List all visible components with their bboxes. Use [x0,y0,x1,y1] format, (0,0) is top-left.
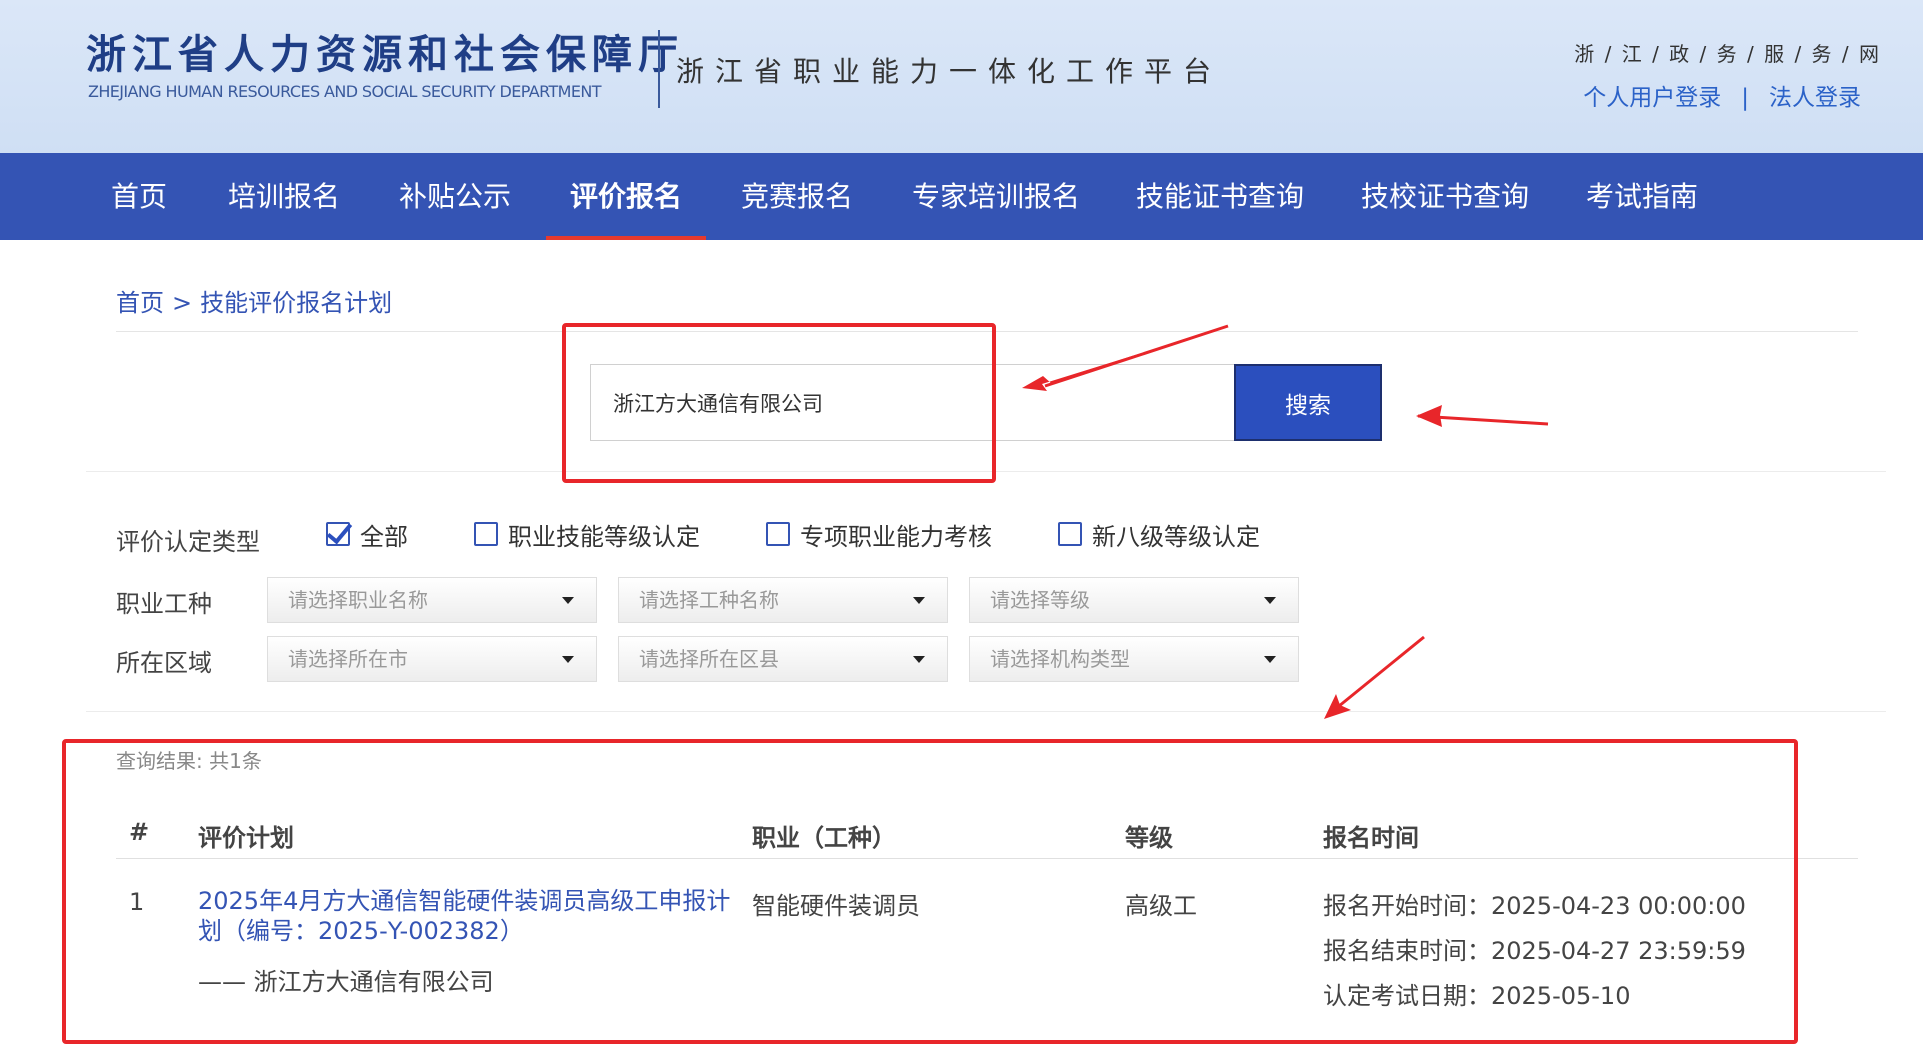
site-header: 浙江省人力资源和社会保障厅 ZHEJIANG HUMAN RESOURCES A… [0,0,1923,153]
region-label: 所在区域 [116,649,212,677]
type-checkbox-new-eight-level[interactable]: 新八级等级认定 [1058,519,1260,551]
select-placeholder: 请选择机构类型 [990,647,1130,671]
header-divider [658,30,660,108]
select-placeholder: 请选择所在区县 [639,647,779,671]
type-checkbox-skill-level[interactable]: 职业技能等级认定 [474,519,700,551]
nav-item-competition[interactable]: 竞赛报名 [741,153,853,240]
search-highlight-box [562,323,996,483]
select-placeholder: 请选择等级 [990,588,1090,612]
city-select[interactable]: 请选择所在市 [267,636,597,682]
level-select[interactable]: 请选择等级 [969,577,1299,623]
department-name[interactable]: 浙江省人力资源和社会保障厅 [86,22,684,80]
type-checkbox-all[interactable]: 全部 [326,519,408,551]
nav-item-exam-guide[interactable]: 考试指南 [1586,153,1698,240]
nav-item-expert-training[interactable]: 专家培训报名 [912,153,1080,240]
occupation-label: 职业工种 [116,590,212,618]
nav-item-subsidy[interactable]: 补贴公示 [399,153,511,240]
results-highlight-box [62,739,1798,1044]
nav-item-home[interactable]: 首页 [111,153,167,240]
filter-divider [86,711,1886,712]
arrow-to-results [1324,635,1425,719]
personal-login-link[interactable]: 个人用户登录 [1583,85,1721,111]
caret-down-icon [913,597,925,604]
breadcrumb-home[interactable]: 首页 [116,289,164,317]
job-type-select[interactable]: 请选择工种名称 [618,577,948,623]
caret-down-icon [562,656,574,663]
breadcrumb-separator: > [172,289,193,317]
type-checkbox-label: 新八级等级认定 [1092,522,1260,551]
breadcrumb-current[interactable]: 技能评价报名计划 [200,289,392,317]
caret-down-icon [1264,656,1276,663]
caret-down-icon [562,597,574,604]
evaluation-type-label: 评价认定类型 [116,528,260,556]
nav-item-skill-certificate[interactable]: 技能证书查询 [1136,153,1304,240]
caret-down-icon [913,656,925,663]
type-checkbox-label: 职业技能等级认定 [508,522,700,551]
nav-item-training[interactable]: 培训报名 [228,153,340,240]
gov-service-link[interactable]: 浙 / 江 / 政 / 务 / 服 / 务 / 网 [1574,38,1881,67]
login-separator: | [1741,85,1749,111]
select-placeholder: 请选择工种名称 [639,588,779,612]
select-placeholder: 请选择职业名称 [288,588,428,612]
search-button[interactable]: 搜索 [1234,364,1382,441]
nav-item-evaluation[interactable]: 评价报名 [545,153,707,240]
institution-type-select[interactable]: 请选择机构类型 [969,636,1299,682]
arrow-to-search-button [1416,405,1549,427]
checkbox-checked-icon[interactable] [326,522,350,546]
type-checkbox-special-ability[interactable]: 专项职业能力考核 [766,519,992,551]
login-area: 个人用户登录 | 法人登录 [1583,78,1861,112]
nav-item-school-certificate[interactable]: 技校证书查询 [1361,153,1529,240]
platform-title: 浙江省职业能力一体化工作平台 [676,55,1223,88]
checkbox-icon[interactable] [474,522,498,546]
checkbox-icon[interactable] [1058,522,1082,546]
type-checkbox-label: 全部 [360,522,408,551]
breadcrumb: 首页 > 技能评价报名计划 [116,283,392,318]
district-select[interactable]: 请选择所在区县 [618,636,948,682]
department-name-english: ZHEJIANG HUMAN RESOURCES AND SOCIAL SECU… [88,82,602,101]
occupation-name-select[interactable]: 请选择职业名称 [267,577,597,623]
caret-down-icon [1264,597,1276,604]
legal-login-link[interactable]: 法人登录 [1769,85,1861,111]
type-checkbox-label: 专项职业能力考核 [800,522,992,551]
select-placeholder: 请选择所在市 [288,647,408,671]
checkbox-icon[interactable] [766,522,790,546]
main-nav: 首页 培训报名 补贴公示 评价报名 竞赛报名 专家培训报名 技能证书查询 技校证… [0,153,1923,240]
